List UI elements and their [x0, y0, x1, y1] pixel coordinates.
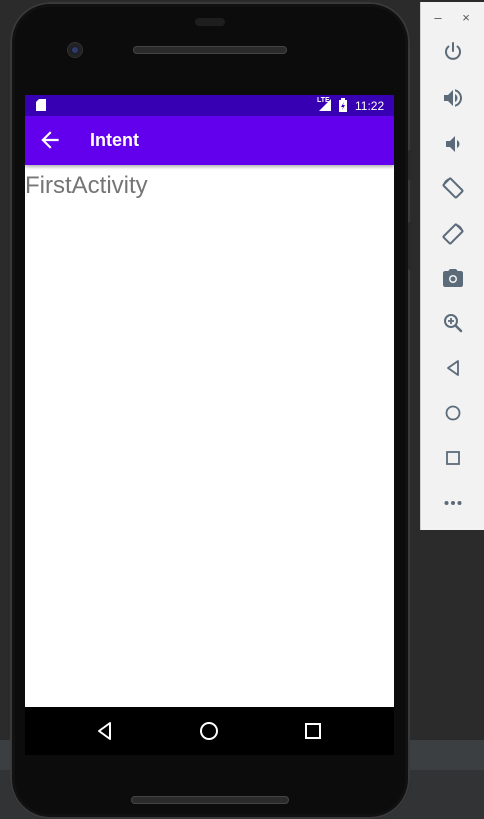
home-circle-icon	[200, 722, 218, 740]
power-side-button	[408, 150, 414, 180]
navigate-up-button[interactable]	[37, 127, 63, 153]
close-button[interactable]: ×	[459, 8, 473, 28]
nav-back-button[interactable]	[93, 719, 117, 743]
app-title: Intent	[90, 130, 139, 150]
earpiece-speaker	[133, 46, 287, 54]
rotate-left-icon	[442, 177, 464, 199]
arrow-back-icon	[41, 131, 59, 149]
power-button[interactable]	[441, 40, 465, 64]
power-icon	[445, 42, 461, 60]
nav-home-button[interactable]	[197, 719, 221, 743]
back-button[interactable]	[441, 356, 465, 380]
nav-recents-button[interactable]	[301, 719, 325, 743]
navigation-bar	[25, 707, 394, 755]
more-icon	[444, 501, 462, 505]
back-triangle-icon	[98, 722, 111, 740]
volume-side-button	[408, 222, 414, 270]
rotate-right-icon	[442, 223, 464, 245]
sd-card-icon	[36, 99, 46, 111]
front-camera-icon	[68, 43, 82, 57]
home-icon	[445, 405, 461, 421]
status-bar: LTE 11:22	[25, 95, 394, 116]
volume-up-icon	[444, 89, 462, 107]
emulator-toolbar: – ×	[420, 2, 484, 530]
device-screen: LTE 11:22 Intent FirstActivity	[25, 95, 394, 755]
zoom-icon	[444, 314, 463, 333]
more-button[interactable]	[441, 491, 465, 515]
home-button[interactable]	[441, 401, 465, 425]
battery-charging-icon	[339, 98, 347, 112]
app-bar: Intent	[25, 116, 394, 165]
status-time: 11:22	[355, 99, 385, 113]
toolbar-window-controls: – ×	[421, 8, 484, 28]
first-activity-text: FirstActivity	[25, 172, 148, 199]
recents-square-icon	[305, 723, 321, 739]
minimize-button[interactable]: –	[431, 8, 445, 28]
overview-button[interactable]	[441, 446, 465, 470]
screenshot-button[interactable]	[441, 266, 465, 290]
volume-down-button[interactable]	[441, 132, 465, 156]
volume-down-icon	[446, 136, 460, 152]
overview-icon	[446, 451, 460, 465]
top-sensor-slot	[195, 18, 225, 26]
zoom-button[interactable]	[441, 311, 465, 335]
volume-up-button[interactable]	[441, 86, 465, 110]
camera-icon	[443, 269, 463, 287]
rotate-right-button[interactable]	[441, 222, 465, 246]
back-icon	[447, 360, 459, 376]
lte-signal-icon	[319, 99, 331, 111]
rotate-left-button[interactable]	[441, 176, 465, 200]
bottom-speaker	[131, 796, 289, 804]
